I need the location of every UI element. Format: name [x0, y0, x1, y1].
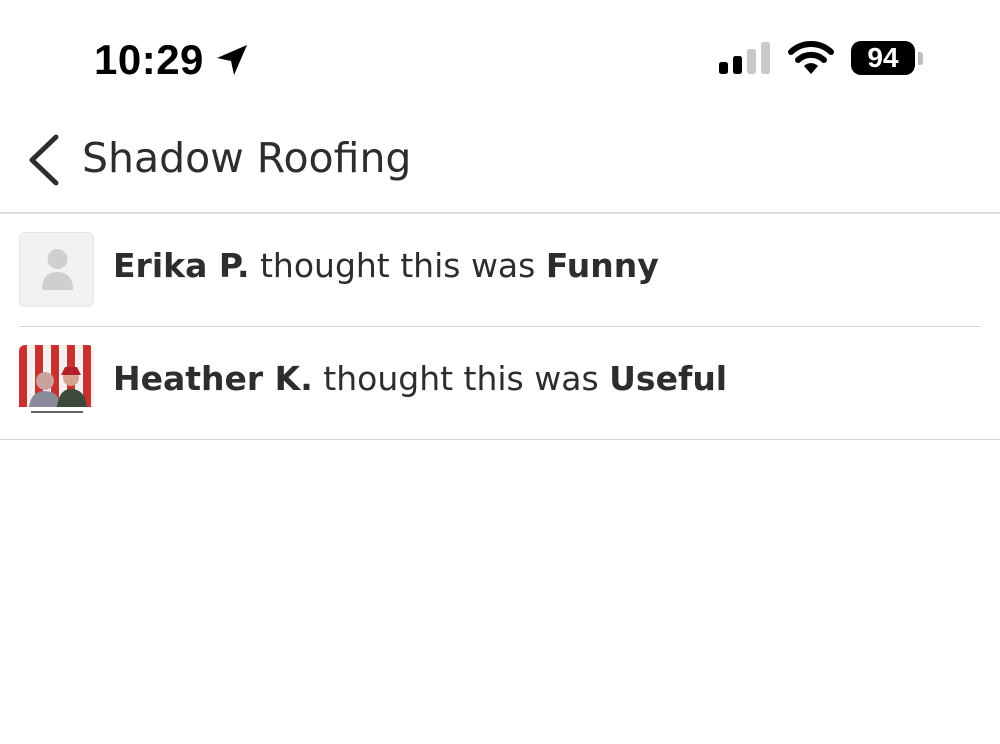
user-silhouette-icon — [42, 249, 73, 290]
user-name[interactable]: Heather K. — [113, 359, 313, 398]
wifi-icon — [788, 41, 834, 74]
battery-level: 94 — [867, 42, 899, 73]
status-time: 10:29 — [94, 36, 204, 83]
page-title: Shadow Roofing — [82, 134, 412, 182]
reaction-phrase: thought this was — [312, 359, 610, 398]
status-bar: 10:29 94 — [0, 0, 1000, 110]
list-item[interactable]: Heather K. thought this was Useful — [0, 327, 1000, 439]
reaction-phrase: thought this was — [249, 246, 546, 285]
reaction-list: Erika P. thought this was Funny Heather … — [0, 214, 1000, 440]
divider — [0, 439, 1000, 440]
cellular-signal-icon — [719, 42, 770, 74]
reaction-type: Funny — [545, 246, 659, 285]
battery-icon: 94 — [851, 41, 915, 75]
reaction-type: Useful — [609, 359, 728, 398]
user-photo — [19, 345, 94, 420]
nav-header: Shadow Roofing — [0, 110, 1000, 214]
reaction-text: Heather K. thought this was Useful — [113, 359, 727, 398]
user-name[interactable]: Erika P. — [113, 246, 250, 285]
location-arrow-icon — [217, 45, 247, 75]
default-user-avatar[interactable] — [19, 232, 94, 307]
list-item[interactable]: Erika P. thought this was Funny — [0, 214, 1000, 326]
reaction-text: Erika P. thought this was Funny — [113, 246, 659, 285]
chevron-left-icon[interactable] — [26, 134, 62, 186]
battery-cap — [918, 52, 923, 65]
photo-avatar[interactable] — [19, 345, 94, 420]
